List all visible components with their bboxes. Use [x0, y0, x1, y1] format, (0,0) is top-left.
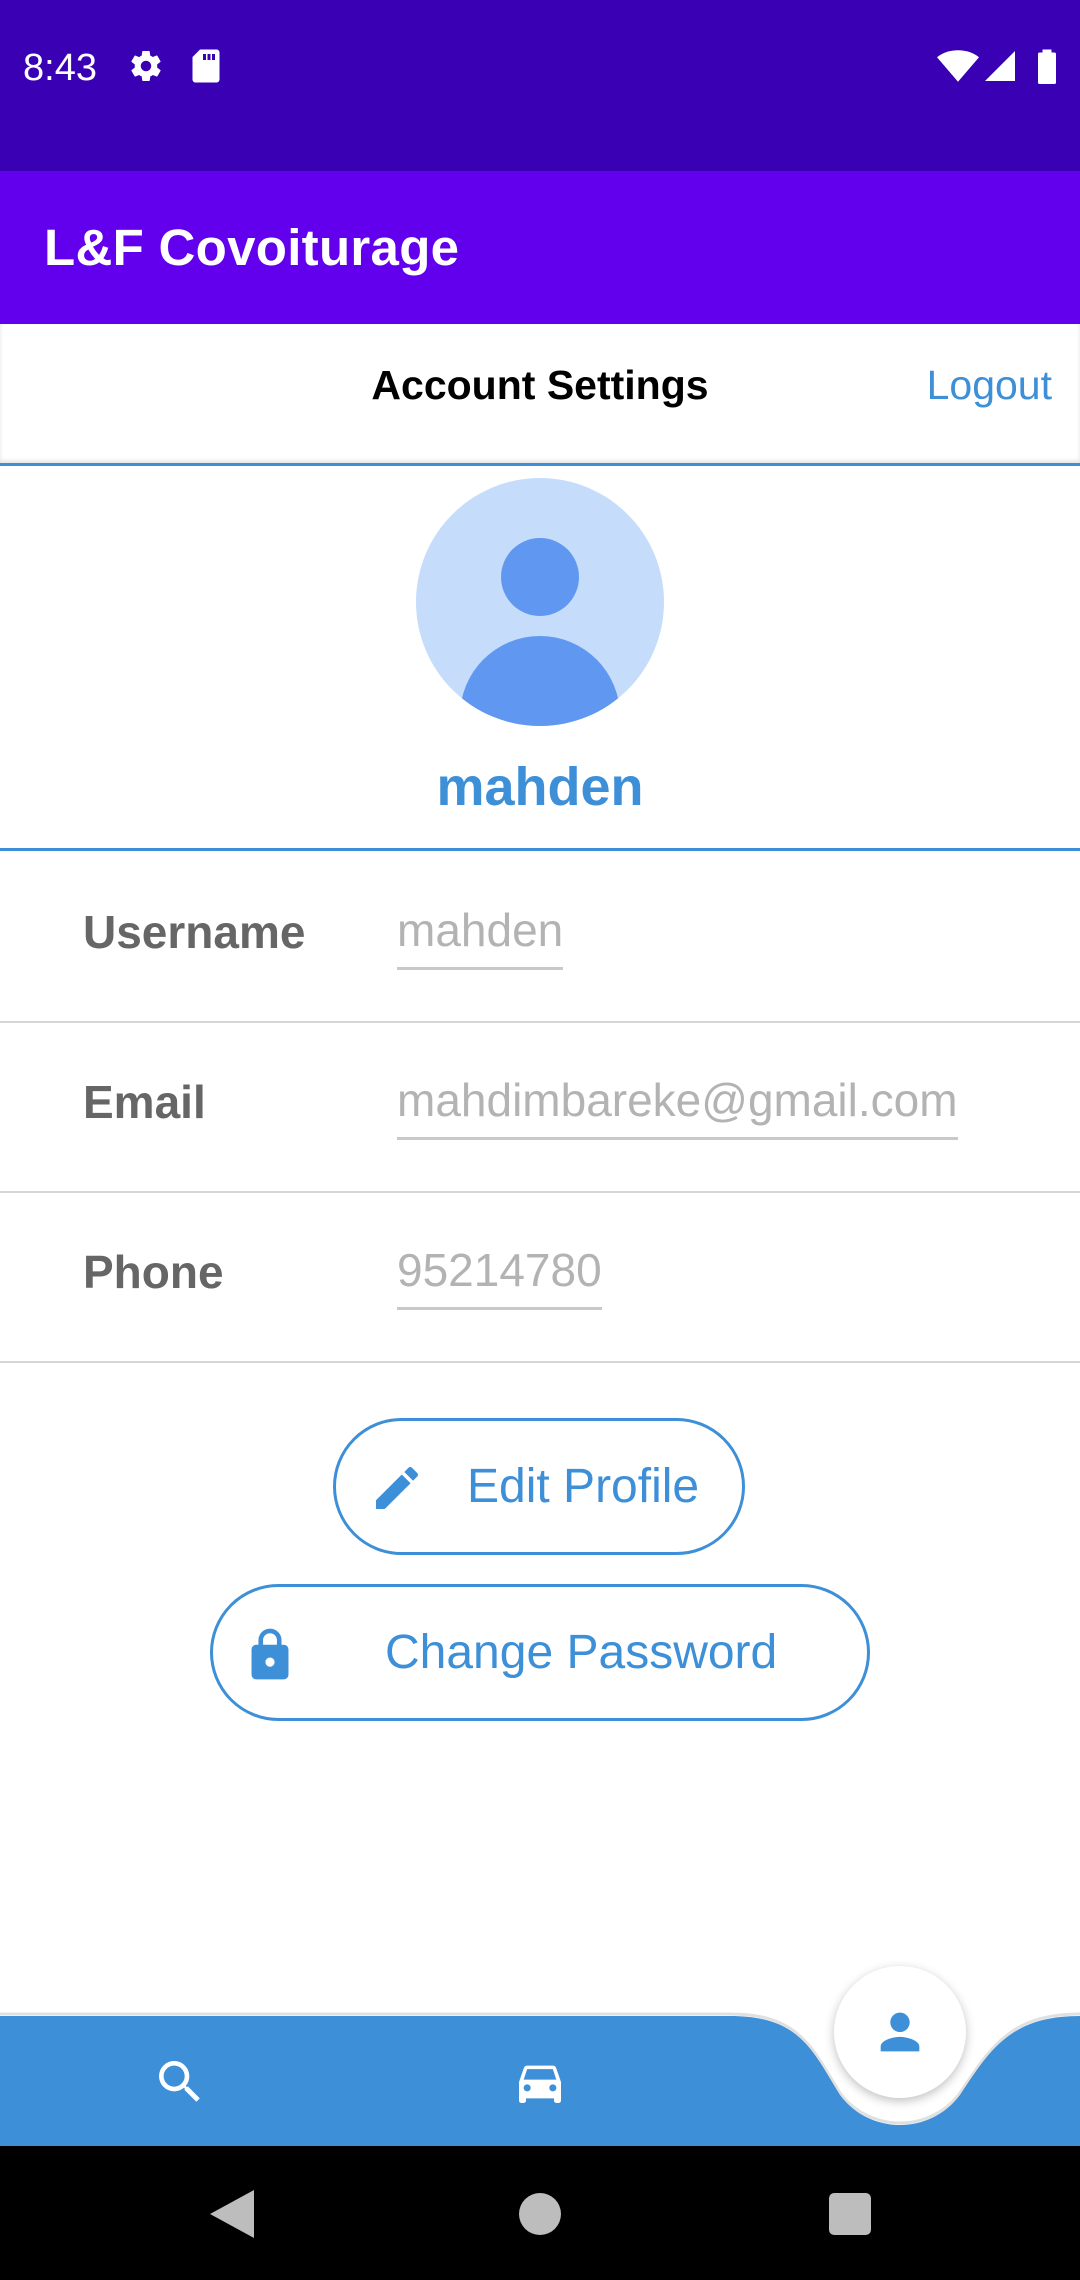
sd-card-icon	[190, 48, 222, 89]
profile-section: mahden	[0, 466, 1080, 851]
email-field[interactable]: mahdimbareke@gmail.com	[397, 1073, 958, 1140]
nav-search-icon[interactable]	[140, 2050, 220, 2114]
app-title: L&F Covoiturage	[44, 219, 460, 276]
home-icon[interactable]	[504, 2178, 576, 2250]
gear-icon	[128, 48, 164, 89]
status-time: 8:43	[23, 47, 97, 89]
back-icon[interactable]	[196, 2178, 268, 2250]
username-field[interactable]: mahden	[397, 903, 564, 970]
person-avatar-icon	[416, 478, 664, 726]
email-label: Email	[83, 1076, 206, 1128]
battery-icon	[1036, 48, 1058, 89]
phone-field[interactable]: 95214780	[397, 1243, 602, 1310]
profile-display-name: mahden	[436, 757, 644, 817]
app-bar: L&F Covoiturage	[0, 171, 1080, 324]
nav-car-icon[interactable]	[500, 2050, 580, 2114]
pencil-icon	[368, 1459, 426, 1517]
avatar-head	[501, 538, 579, 616]
username-label: Username	[83, 906, 306, 958]
change-password-label: Change Password	[385, 1626, 778, 1679]
logout-button[interactable]: Logout	[927, 362, 1052, 409]
wifi-icon	[937, 48, 979, 89]
system-nav-bar	[0, 2146, 1080, 2280]
email-row: Email mahdimbareke@gmail.com	[0, 1023, 1080, 1193]
lock-icon	[241, 1623, 299, 1685]
settings-header: Account Settings Logout	[0, 324, 1080, 466]
edit-profile-label: Edit Profile	[467, 1460, 700, 1513]
signal-icon	[982, 48, 1018, 89]
phone-row: Phone 95214780	[0, 1193, 1080, 1363]
avatar-body	[460, 636, 620, 726]
status-bar: 8:43	[0, 0, 1080, 171]
phone-label: Phone	[83, 1246, 224, 1298]
change-password-button[interactable]: Change Password	[210, 1584, 870, 1721]
username-row: Username mahden	[0, 853, 1080, 1023]
recents-icon[interactable]	[814, 2178, 886, 2250]
nav-person-icon[interactable]	[834, 1966, 966, 2098]
edit-profile-button[interactable]: Edit Profile	[333, 1418, 745, 1555]
page-title: Account Settings	[371, 362, 709, 408]
